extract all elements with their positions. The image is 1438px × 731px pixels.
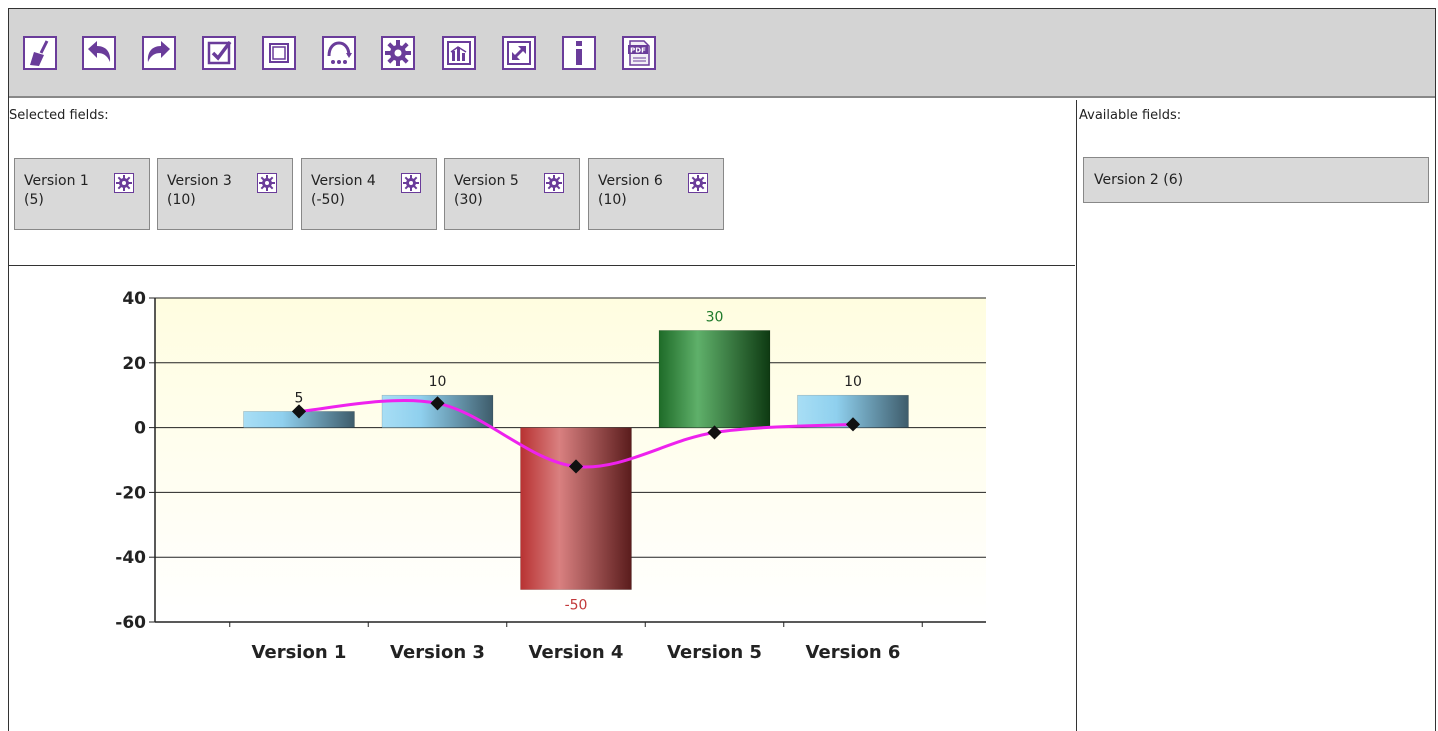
field-settings-button[interactable]	[544, 173, 564, 193]
data-label: 30	[706, 309, 724, 325]
export-button[interactable]	[502, 36, 536, 70]
gear-icon	[690, 175, 706, 191]
field-settings-button[interactable]	[114, 173, 134, 193]
field-chip-value: (-50)	[311, 192, 345, 208]
data-label: -50	[565, 598, 588, 614]
field-chip-name: Version 1	[24, 173, 89, 189]
gear-icon	[116, 175, 132, 191]
field-settings-button[interactable]	[688, 173, 708, 193]
data-label: 5	[295, 390, 304, 406]
settings-button[interactable]	[381, 36, 415, 70]
field-chip-name: Version 4	[311, 173, 376, 189]
x-category-label: Version 6	[806, 642, 901, 663]
gear-icon	[546, 175, 562, 191]
available-field-chip-version-2[interactable]: Version 2 (6)	[1083, 157, 1429, 203]
y-tick-label: -60	[115, 613, 146, 633]
y-tick-label: -20	[115, 483, 146, 503]
settings-icon	[385, 40, 411, 66]
field-chip-name: Version 6	[598, 173, 663, 189]
refresh-button[interactable]	[322, 36, 356, 70]
selected-fields-panel: Selected fields: Version 1 (5) Version 3…	[9, 100, 1075, 266]
bar	[520, 427, 632, 590]
info-icon	[576, 41, 582, 65]
y-tick-label: 20	[122, 354, 146, 374]
field-chip-value: (10)	[167, 192, 196, 208]
selected-fields-label: Selected fields:	[9, 108, 109, 123]
y-tick-label: 0	[134, 419, 146, 439]
select-all-button[interactable]	[202, 36, 236, 70]
check-all-icon	[207, 40, 232, 65]
data-label: 10	[844, 374, 862, 390]
redo-icon	[147, 41, 170, 62]
available-fields-label: Available fields:	[1079, 108, 1182, 123]
undo-icon	[88, 41, 111, 62]
field-settings-button[interactable]	[401, 173, 421, 193]
available-fields-panel: Available fields: Version 2 (6)	[1076, 100, 1435, 731]
svg-text:PDF: PDF	[630, 47, 646, 55]
chart-button[interactable]	[442, 36, 476, 70]
pdf-button[interactable]: PDF	[622, 36, 656, 70]
field-chip-name: Version 3	[167, 173, 232, 189]
broom-icon	[30, 40, 49, 66]
chart-icon	[447, 41, 471, 65]
field-chip-version-5[interactable]: Version 5 (30)	[444, 158, 580, 230]
field-chip-value: (30)	[454, 192, 483, 208]
field-chip-version-1[interactable]: Version 1 (5)	[14, 158, 150, 230]
uncheck-all-icon	[269, 43, 289, 63]
bar-chart: 40 20 0 -20 -40 -60 5 Version 1 10 Version 3 -50 Ve…	[115, 289, 986, 663]
field-chip-value: (5)	[24, 192, 44, 208]
clear-button[interactable]	[23, 36, 57, 70]
gear-icon	[259, 175, 275, 191]
available-field-name: Version 2 (6)	[1094, 172, 1184, 188]
field-chip-version-4[interactable]: Version 4 (-50)	[301, 158, 437, 230]
field-chip-value: (10)	[598, 192, 627, 208]
y-tick-label: 40	[122, 289, 146, 309]
gear-icon	[403, 175, 419, 191]
info-button[interactable]	[562, 36, 596, 70]
chart-area: 40 20 0 -20 -40 -60 5 Version 1 10 Version 3 -50 Ve…	[9, 267, 1075, 731]
y-tick-label: -40	[115, 548, 146, 568]
toolbar: PDF	[9, 9, 1435, 98]
undo-button[interactable]	[82, 36, 116, 70]
expand-icon	[507, 41, 531, 65]
deselect-all-button[interactable]	[262, 36, 296, 70]
x-category-label: Version 3	[390, 642, 485, 663]
field-settings-button[interactable]	[257, 173, 277, 193]
refresh-icon	[327, 41, 352, 64]
field-chip-name: Version 5	[454, 173, 519, 189]
x-category-label: Version 4	[529, 642, 624, 663]
x-category-label: Version 5	[667, 642, 762, 663]
redo-button[interactable]	[142, 36, 176, 70]
bar	[658, 330, 771, 428]
data-label: 10	[429, 374, 447, 390]
field-chip-version-6[interactable]: Version 6 (10)	[588, 158, 724, 230]
field-chip-version-3[interactable]: Version 3 (10)	[157, 158, 293, 230]
pdf-icon: PDF	[628, 40, 650, 66]
x-category-label: Version 1	[252, 642, 347, 663]
